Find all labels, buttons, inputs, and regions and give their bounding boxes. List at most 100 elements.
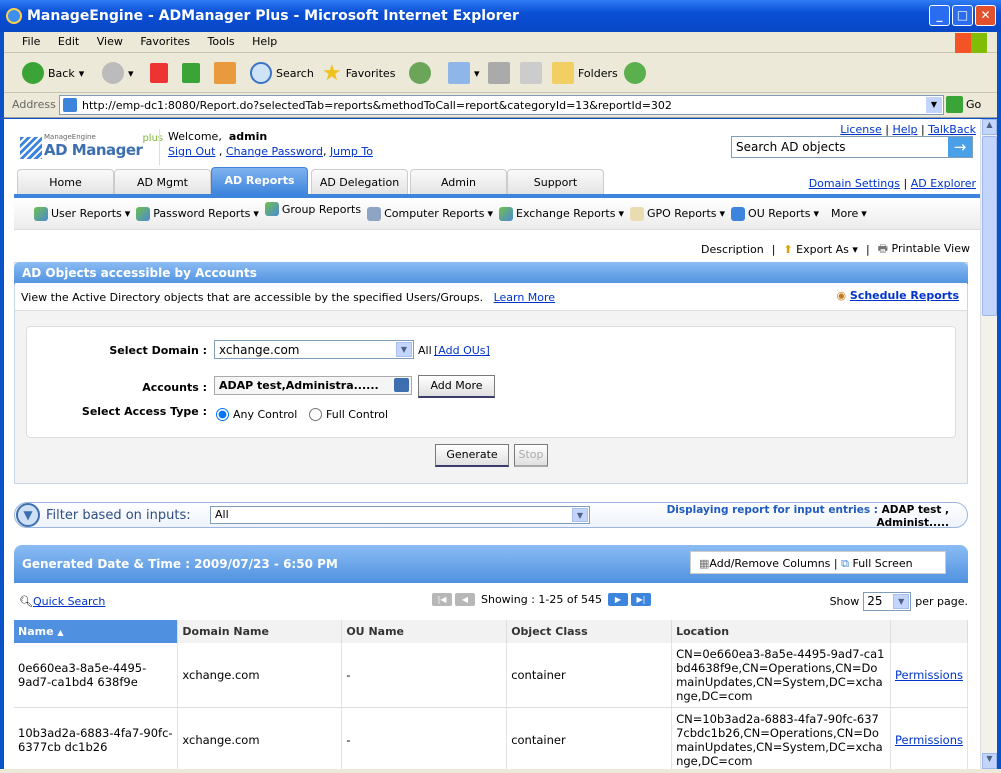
- help-link[interactable]: Help: [892, 123, 917, 136]
- menu-view[interactable]: View: [97, 35, 123, 48]
- history-button[interactable]: [409, 61, 431, 85]
- history-icon: [409, 62, 431, 84]
- menu-help[interactable]: Help: [252, 35, 277, 48]
- computer-reports-menu[interactable]: Computer Reports ▾: [367, 206, 493, 221]
- address-input[interactable]: http://emp-dc1:8080/Report.do?selectedTa…: [59, 95, 944, 115]
- scroll-down-button[interactable]: ▼: [982, 753, 997, 769]
- favorites-button[interactable]: ★ Favorites: [322, 61, 395, 86]
- sign-out-link[interactable]: Sign Out: [168, 145, 215, 158]
- cell-ou: -: [341, 643, 508, 708]
- tab-ad-mgmt[interactable]: AD Mgmt: [114, 169, 211, 195]
- quick-search-link[interactable]: 🔍︎Quick Search: [19, 595, 105, 608]
- add-remove-columns-button[interactable]: ▦Add/Remove Columns: [699, 557, 830, 570]
- column-header-domain[interactable]: Domain Name: [177, 620, 343, 643]
- show-label: Show: [829, 595, 860, 608]
- password-reports-menu[interactable]: Password Reports ▾: [136, 206, 259, 221]
- full-screen-button[interactable]: ⧉ Full Screen: [841, 557, 912, 570]
- print-button[interactable]: [488, 61, 510, 85]
- filter-select[interactable]: All ▼: [210, 506, 590, 524]
- domain-settings-link[interactable]: Domain Settings: [809, 177, 900, 190]
- printable-view-link[interactable]: 🖶 Printable View: [878, 240, 970, 259]
- gpo-reports-menu[interactable]: GPO Reports ▾: [629, 206, 725, 221]
- prev-page-button[interactable]: ◀: [455, 593, 475, 606]
- per-page-select[interactable]: 25 ▼: [863, 592, 912, 611]
- last-page-button[interactable]: ▶|: [630, 593, 651, 606]
- vertical-scrollbar[interactable]: ▲ ▼: [980, 119, 997, 769]
- tab-ad-reports[interactable]: AD Reports: [211, 167, 308, 195]
- more-menu[interactable]: More ▾: [831, 207, 867, 220]
- admanager-logo: ManageEngine AD Manager plus: [20, 133, 163, 159]
- full-control-radio[interactable]: Full Control: [309, 408, 388, 421]
- browser-toolbar: Back ▾ ▾ Search ★ Favorites ▾ Folders: [4, 53, 997, 93]
- scroll-up-button[interactable]: ▲: [982, 119, 997, 135]
- ad-search-input[interactable]: Search AD objects →: [731, 136, 973, 158]
- forward-button[interactable]: ▾: [102, 61, 134, 85]
- close-button[interactable]: ✕: [975, 5, 996, 26]
- ou-reports-menu[interactable]: OU Reports ▾: [731, 206, 819, 221]
- add-more-button[interactable]: Add More: [418, 375, 495, 398]
- add-ous-link[interactable]: [Add OUs]: [434, 344, 490, 357]
- menu-favorites[interactable]: Favorites: [140, 35, 190, 48]
- edit-accounts-icon[interactable]: [394, 378, 409, 392]
- exchange-reports-menu[interactable]: Exchange Reports ▾: [499, 206, 624, 221]
- access-type-label: Select Access Type :: [81, 405, 207, 418]
- search-button[interactable]: Search: [250, 61, 314, 85]
- column-header-name[interactable]: Name ▲: [14, 620, 179, 643]
- fullscreen-icon: ⧉: [841, 557, 849, 570]
- password-icon: [136, 206, 151, 221]
- export-icon: ⬆: [783, 243, 793, 256]
- group-reports-menu[interactable]: Group Reports: [264, 202, 361, 216]
- search-go-button[interactable]: →: [948, 137, 972, 157]
- column-header-location[interactable]: Location: [671, 620, 891, 643]
- learn-more-link[interactable]: Learn More: [494, 291, 556, 304]
- pagination: |◀ ◀ Showing : 1-25 of 545 ▶ ▶|: [432, 593, 651, 606]
- back-button[interactable]: Back ▾: [22, 61, 84, 85]
- column-header-class[interactable]: Object Class: [506, 620, 673, 643]
- mail-button[interactable]: ▾: [448, 61, 480, 85]
- column-tools: ▦Add/Remove Columns | ⧉ Full Screen: [690, 551, 946, 574]
- permissions-link[interactable]: Permissions: [895, 733, 963, 747]
- any-control-radio[interactable]: Any Control: [216, 408, 297, 421]
- any-control-radio-input[interactable]: [216, 408, 229, 421]
- window-title-bar: ManageEngine - ADManager Plus - Microsof…: [0, 0, 1001, 32]
- user-reports-menu[interactable]: User Reports ▾: [34, 206, 130, 221]
- tab-admin[interactable]: Admin: [410, 169, 507, 195]
- talkback-link[interactable]: TalkBack: [928, 123, 976, 136]
- go-button[interactable]: Go: [946, 96, 981, 113]
- description-link[interactable]: Description: [701, 243, 764, 256]
- stop-report-button[interactable]: Stop: [514, 444, 548, 467]
- accounts-field[interactable]: ADAP test,Administra......: [214, 376, 412, 395]
- refresh-button[interactable]: [182, 61, 200, 85]
- schedule-reports-link[interactable]: ◉ Schedule Reports: [836, 289, 959, 302]
- next-page-button[interactable]: ▶: [607, 593, 628, 606]
- stop-button[interactable]: [150, 61, 168, 85]
- home-button[interactable]: [214, 61, 236, 85]
- menu-tools[interactable]: Tools: [208, 35, 235, 48]
- license-link[interactable]: License: [840, 123, 881, 136]
- scroll-thumb[interactable]: [982, 136, 997, 316]
- maximize-button[interactable]: □: [952, 5, 973, 26]
- jump-to-link[interactable]: Jump To: [330, 145, 373, 158]
- permissions-link[interactable]: Permissions: [895, 668, 963, 682]
- folders-button[interactable]: Folders: [552, 61, 618, 85]
- tab-home[interactable]: Home: [17, 169, 114, 195]
- change-password-link[interactable]: Change Password: [226, 145, 323, 158]
- tab-support[interactable]: Support: [507, 169, 604, 195]
- domain-select[interactable]: xchange.com ▼: [214, 340, 414, 359]
- report-panel: AD Objects accessible by Accounts View t…: [14, 262, 968, 484]
- results-table: Name ▲ Domain Name OU Name Object Class …: [14, 620, 969, 769]
- edit-button[interactable]: [520, 61, 542, 85]
- export-as-menu[interactable]: ⬆ Export As ▾: [783, 243, 858, 256]
- address-dropdown[interactable]: ▼: [926, 97, 942, 113]
- column-header-ou[interactable]: OU Name: [341, 620, 508, 643]
- menu-file[interactable]: File: [22, 35, 40, 48]
- first-page-button[interactable]: |◀: [432, 593, 452, 606]
- full-control-radio-input[interactable]: [309, 408, 322, 421]
- ad-explorer-link[interactable]: AD Explorer: [911, 177, 976, 190]
- generate-button[interactable]: Generate: [435, 444, 509, 467]
- tab-ad-delegation[interactable]: AD Delegation: [311, 169, 408, 195]
- menu-edit[interactable]: Edit: [58, 35, 79, 48]
- filter-icon: ▼: [16, 503, 40, 527]
- minimize-button[interactable]: _: [929, 5, 950, 26]
- messenger-button[interactable]: [624, 61, 646, 85]
